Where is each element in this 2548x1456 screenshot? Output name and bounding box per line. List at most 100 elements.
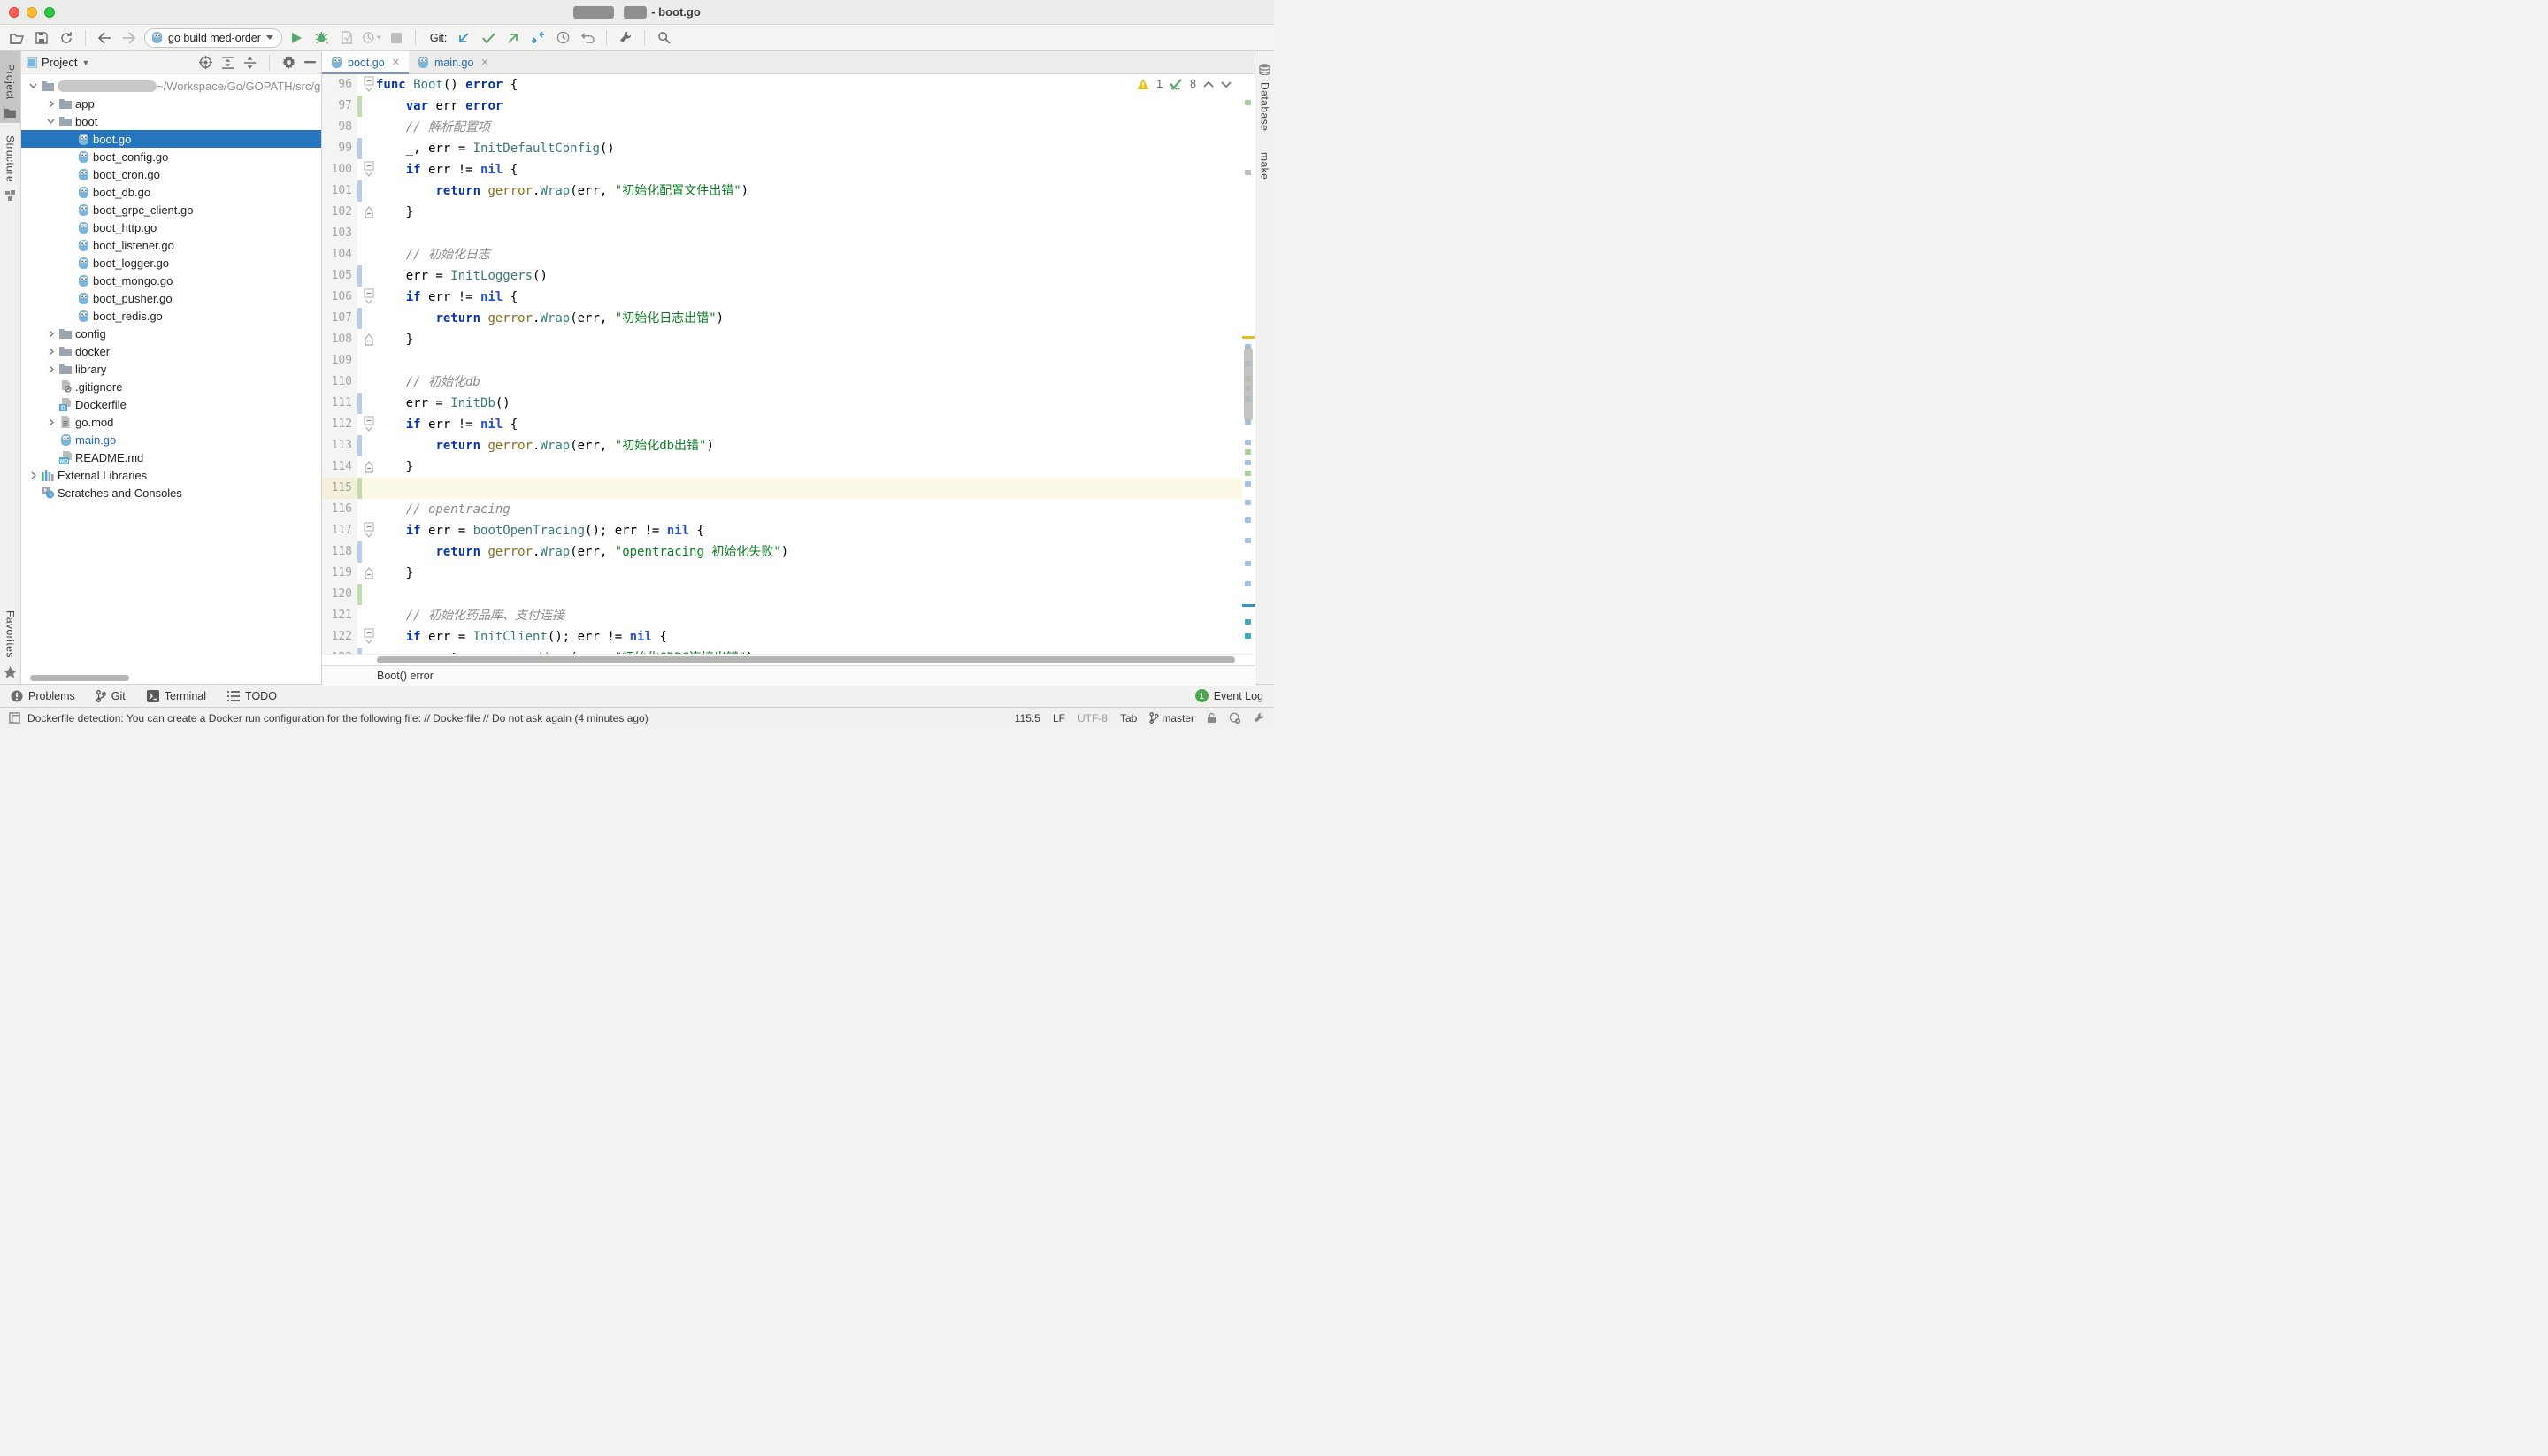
- line-number[interactable]: 117: [322, 520, 357, 541]
- code-line-102[interactable]: 102 }: [322, 202, 1255, 223]
- save-icon[interactable]: [32, 28, 51, 48]
- code-line-107[interactable]: 107 return gerror.Wrap(err, "初始化日志出错"): [322, 308, 1255, 329]
- locate-icon[interactable]: [199, 56, 212, 69]
- fold-start-icon[interactable]: [362, 287, 376, 308]
- tree-item-boot-pusher.go[interactable]: boot_pusher.go: [21, 289, 321, 307]
- code-line-116[interactable]: 116 // opentracing: [322, 499, 1255, 520]
- close-icon[interactable]: ✕: [480, 57, 488, 68]
- line-number[interactable]: 100: [322, 159, 357, 180]
- line-number[interactable]: 119: [322, 563, 357, 584]
- rollback-icon[interactable]: [578, 28, 597, 48]
- fold-end-icon[interactable]: [362, 329, 376, 350]
- tree-item-docker[interactable]: docker: [21, 342, 321, 360]
- gear-icon[interactable]: [282, 56, 295, 69]
- error-stripe-scrollbar[interactable]: [1242, 74, 1255, 654]
- tree-item-go.mod[interactable]: go.mod: [21, 413, 321, 431]
- tool-window-structure[interactable]: Structure: [0, 123, 20, 206]
- git-commit-icon[interactable]: [479, 28, 498, 48]
- code-editor[interactable]: 96func Boot() error {97 var err error98 …: [322, 74, 1255, 654]
- tree-item-config[interactable]: config: [21, 325, 321, 342]
- chevron-down-icon[interactable]: [27, 83, 40, 88]
- minimize-window-button[interactable]: [27, 7, 37, 18]
- tool-window-terminal[interactable]: Terminal: [147, 690, 206, 702]
- tool-window-quick-access-icon[interactable]: [9, 712, 20, 724]
- history-icon[interactable]: [553, 28, 572, 48]
- line-number[interactable]: 121: [322, 605, 357, 626]
- tree-item-app[interactable]: app: [21, 95, 321, 112]
- tree-item-boot[interactable]: boot: [21, 112, 321, 130]
- tree-item-boot.go[interactable]: boot.go: [21, 130, 321, 148]
- line-number[interactable]: 108: [322, 329, 357, 350]
- tree-item-main.go[interactable]: main.go: [21, 431, 321, 448]
- back-icon[interactable]: [95, 28, 114, 48]
- unlock-icon[interactable]: [1207, 712, 1216, 724]
- fold-end-icon[interactable]: [362, 202, 376, 223]
- chevron-right-icon[interactable]: [27, 471, 40, 479]
- tree-item-dockerfile[interactable]: DDockerfile: [21, 395, 321, 413]
- tree-item-boot-cron.go[interactable]: boot_cron.go: [21, 165, 321, 183]
- code-line-112[interactable]: 112 if err != nil {: [322, 414, 1255, 435]
- sync-icon[interactable]: [57, 28, 76, 48]
- line-number[interactable]: 99: [322, 138, 357, 159]
- tree-item-boot-mongo.go[interactable]: boot_mongo.go: [21, 272, 321, 289]
- git-update-icon[interactable]: [454, 28, 473, 48]
- line-number[interactable]: 123: [322, 648, 357, 654]
- fold-start-icon[interactable]: [362, 520, 376, 541]
- tree-item-library[interactable]: library: [21, 360, 321, 378]
- line-number[interactable]: 115: [322, 478, 357, 499]
- code-line-96[interactable]: 96func Boot() error {: [322, 74, 1255, 96]
- tree-item-project-root[interactable]: ~/Workspace/Go/GOPATH/src/g: [21, 77, 321, 95]
- git-merge-icon[interactable]: [528, 28, 548, 48]
- chevron-right-icon[interactable]: [44, 365, 58, 373]
- profiler-icon[interactable]: [362, 28, 381, 48]
- chevron-right-icon[interactable]: [44, 348, 58, 356]
- event-log-button[interactable]: 1Event Log: [1195, 689, 1263, 702]
- line-number[interactable]: 106: [322, 287, 357, 308]
- code-line-117[interactable]: 117 if err = bootOpenTracing(); err != n…: [322, 520, 1255, 541]
- collapse-all-icon[interactable]: [243, 57, 257, 69]
- tree-item-external-libraries[interactable]: External Libraries: [21, 466, 321, 484]
- tool-window-make[interactable]: make: [1255, 140, 1274, 188]
- tree-item-boot-logger.go[interactable]: boot_logger.go: [21, 254, 321, 272]
- wrench-icon[interactable]: [616, 28, 635, 48]
- reader-mode-icon[interactable]: [1229, 712, 1241, 724]
- line-number[interactable]: 103: [322, 223, 357, 244]
- prev-issue-icon[interactable]: [1203, 81, 1214, 88]
- code-line-110[interactable]: 110 // 初始化db: [322, 372, 1255, 393]
- tree-item-boot-redis.go[interactable]: boot_redis.go: [21, 307, 321, 325]
- tool-window-favorites[interactable]: Favorites: [0, 598, 20, 684]
- code-line-98[interactable]: 98 // 解析配置项: [322, 117, 1255, 138]
- open-icon[interactable]: [7, 28, 27, 48]
- tool-window-todo[interactable]: TODO: [227, 690, 277, 702]
- line-number[interactable]: 96: [322, 74, 357, 96]
- fold-start-icon[interactable]: [362, 74, 376, 96]
- tree-item-boot-http.go[interactable]: boot_http.go: [21, 218, 321, 236]
- line-number[interactable]: 97: [322, 96, 357, 117]
- tree-item-.gitignore[interactable]: .gitignore: [21, 378, 321, 395]
- line-number[interactable]: 101: [322, 180, 357, 202]
- code-line-122[interactable]: 122 if err = InitClient(); err != nil {: [322, 626, 1255, 648]
- close-window-button[interactable]: [9, 7, 19, 18]
- run-with-coverage-icon[interactable]: [337, 28, 357, 48]
- tool-window-problems[interactable]: Problems: [11, 690, 75, 702]
- code-line-108[interactable]: 108 }: [322, 329, 1255, 350]
- code-line-121[interactable]: 121 // 初始化药品库、支付连接: [322, 605, 1255, 626]
- line-number[interactable]: 114: [322, 456, 357, 478]
- tree-item-boot-grpc-client.go[interactable]: boot_grpc_client.go: [21, 201, 321, 218]
- line-separator[interactable]: LF: [1053, 712, 1065, 724]
- tree-item-boot-listener.go[interactable]: boot_listener.go: [21, 236, 321, 254]
- tool-window-git[interactable]: Git: [96, 690, 126, 702]
- hide-panel-icon[interactable]: [304, 61, 316, 64]
- line-number[interactable]: 120: [322, 584, 357, 605]
- caret-position[interactable]: 115:5: [1015, 712, 1040, 724]
- code-line-119[interactable]: 119 }: [322, 563, 1255, 584]
- code-line-123[interactable]: 123 return gerror.Wrap(err, "初始化GRPC连接出错…: [322, 648, 1255, 654]
- fold-start-icon[interactable]: [362, 414, 376, 435]
- code-line-100[interactable]: 100 if err != nil {: [322, 159, 1255, 180]
- search-icon[interactable]: [654, 28, 673, 48]
- editor-vscrollbar-thumb[interactable]: [1244, 347, 1253, 422]
- run-configuration-select[interactable]: go build med-order: [144, 28, 282, 48]
- project-panel-hscrollbar[interactable]: [21, 672, 321, 684]
- code-line-99[interactable]: 99 _, err = InitDefaultConfig(): [322, 138, 1255, 159]
- status-message[interactable]: Dockerfile detection: You can create a D…: [27, 712, 649, 724]
